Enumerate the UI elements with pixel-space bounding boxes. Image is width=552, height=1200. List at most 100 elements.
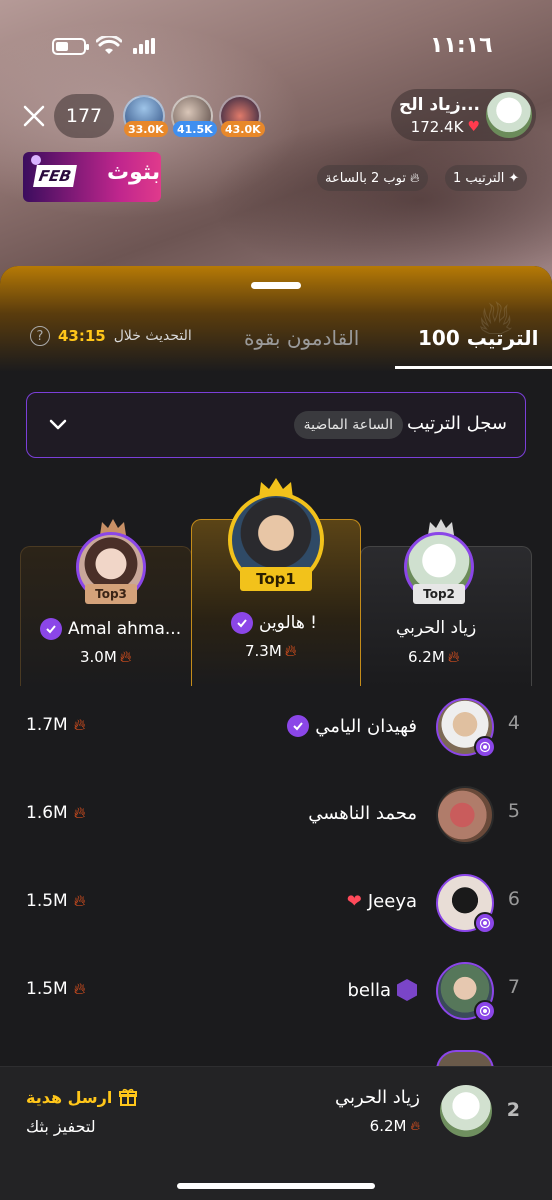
podium-name-third: Amal ahma... xyxy=(40,618,181,640)
fire-icon: 🔥︎ xyxy=(73,715,86,734)
host-likes-count: 172.4K xyxy=(410,118,464,136)
send-gift-subtitle: لتحفيز بثك xyxy=(26,1117,96,1136)
row-score-value: 1.6M xyxy=(26,803,68,823)
row-rank: 6 xyxy=(507,888,520,910)
refresh-label: التحديث خلال xyxy=(113,328,192,344)
tab-rising[interactable]: القادمون بقوة xyxy=(244,326,359,350)
my-rank: 2 xyxy=(506,1099,520,1121)
cellular-signal-icon xyxy=(133,38,155,54)
row-avatar[interactable] xyxy=(436,786,494,844)
row-name-text: فهيدان اليامي xyxy=(315,715,417,737)
row-name-text: محمد الناهسي xyxy=(308,803,417,824)
ranking-history-dropdown[interactable]: الساعة الماضية سجل الترتيب xyxy=(26,392,526,458)
status-bar: ١١:١٦ xyxy=(0,30,552,60)
ranking-row[interactable]: 4 فهيدان اليامي 1.7M 🔥︎ xyxy=(0,684,552,772)
sparkle-icon xyxy=(31,155,41,165)
ranking-sheet: 🔥︎ الترتيب 100 القادمون بقوة ? 43:15 الت… xyxy=(0,266,552,1200)
row-avatar[interactable] xyxy=(436,698,496,758)
rank-ribbon-third: Top3 xyxy=(85,584,137,604)
fire-icon: 🔥︎ xyxy=(409,170,420,186)
podium-name-second: زياد الحربي xyxy=(396,618,476,638)
home-indicator xyxy=(177,1183,375,1189)
fire-icon: 🔥︎ xyxy=(73,979,86,998)
fire-icon: 🔥︎ xyxy=(410,1118,420,1134)
row-rank: 7 xyxy=(507,976,520,998)
viewer-count[interactable]: 177 xyxy=(54,94,114,138)
row-rank: 5 xyxy=(507,800,520,822)
drag-handle[interactable] xyxy=(251,282,301,289)
event-banner-tag: FEB xyxy=(33,165,77,187)
tab-top100[interactable]: الترتيب 100 xyxy=(418,326,539,350)
my-rank-bar: 2 زياد الحربي 6.2M 🔥︎ ارسل هدية لتحفيز ب… xyxy=(0,1066,552,1200)
fire-icon: 🔥︎ xyxy=(119,647,132,666)
viewer-coins-badge: 33.0K xyxy=(124,121,168,137)
party-icon: ✦ xyxy=(508,170,520,186)
row-rank: 4 xyxy=(507,712,520,734)
event-banner[interactable]: FEB بثوث xyxy=(23,152,161,202)
podium-score-first: 7.3M 🔥︎ xyxy=(245,641,297,661)
live-icon xyxy=(474,736,496,758)
host-name: زياد الح... xyxy=(398,95,480,115)
ranking-row[interactable]: 7 bella 1.5M 🔥︎ xyxy=(0,948,552,1036)
row-score-value: 1.5M xyxy=(26,891,68,911)
verified-badge-icon xyxy=(40,618,62,640)
podium-name-first: هالوين ! xyxy=(231,612,317,634)
my-avatar[interactable] xyxy=(440,1085,492,1137)
podium-name-third-text: Amal ahma... xyxy=(68,619,182,639)
row-name: محمد الناهسي xyxy=(308,803,417,824)
row-score: 1.7M 🔥︎ xyxy=(26,715,85,735)
viewer-coins-badge: 43.0K xyxy=(221,121,265,137)
row-score-value: 1.5M xyxy=(26,979,68,999)
help-icon[interactable]: ? xyxy=(30,326,50,346)
row-avatar[interactable] xyxy=(436,874,496,934)
fire-icon: 🔥︎ xyxy=(284,641,297,660)
gem-badge-icon xyxy=(397,979,417,1001)
fire-icon: 🔥︎ xyxy=(73,891,86,910)
send-gift-label: ارسل هدية xyxy=(26,1087,113,1107)
refresh-countdown: ? 43:15 التحديث خلال xyxy=(30,326,192,346)
row-score: 1.6M 🔥︎ xyxy=(26,803,85,823)
refresh-timer: 43:15 xyxy=(58,327,106,345)
active-tab-indicator xyxy=(395,366,552,369)
my-score-value: 6.2M xyxy=(369,1117,407,1135)
podium-score-second-value: 6.2M xyxy=(408,648,445,666)
ranking-row[interactable]: 6 ❤ Jeeya 1.5M 🔥︎ xyxy=(0,860,552,948)
verified-badge-icon xyxy=(287,715,310,737)
heart-icon: ♥ xyxy=(467,119,480,135)
podium-name-second-text: زياد الحربي xyxy=(396,618,477,638)
row-name: فهيدان اليامي xyxy=(287,715,417,737)
ranking-row[interactable]: 5 محمد الناهسي 1.6M 🔥︎ xyxy=(0,772,552,860)
row-name-text: Jeeya xyxy=(367,891,417,912)
viewer-coins-badge: 41.5K xyxy=(173,121,217,137)
rank-chip[interactable]: الترتيب 1 ✦ xyxy=(445,165,528,191)
my-name: زياد الحربي xyxy=(335,1087,420,1108)
clock: ١١:١٦ xyxy=(430,33,493,58)
podium-score-first-value: 7.3M xyxy=(245,642,282,660)
hourly-rank-chip[interactable]: توب 2 بالساعة 🔥︎ xyxy=(317,165,428,191)
fire-icon: 🔥︎ xyxy=(447,647,460,666)
event-banner-text: بثوث xyxy=(107,160,161,185)
verified-badge-icon xyxy=(231,612,253,634)
rank-label: الترتيب 1 xyxy=(453,170,505,186)
send-gift-button[interactable]: ارسل هدية xyxy=(26,1087,138,1107)
host-likes: 172.4K ♥ xyxy=(411,118,480,136)
podium-name-first-text: هالوين ! xyxy=(259,613,317,633)
row-score-value: 1.7M xyxy=(26,715,68,735)
chevron-down-icon xyxy=(49,419,67,430)
my-score: 6.2M 🔥︎ xyxy=(370,1117,420,1135)
close-icon[interactable] xyxy=(20,102,48,130)
host-avatar[interactable] xyxy=(486,92,532,138)
row-name: ❤ Jeeya xyxy=(347,891,417,912)
host-profile-pill[interactable]: زياد الح... 172.4K ♥ xyxy=(391,89,536,141)
battery-icon xyxy=(52,38,89,55)
podium-score-third: 3.0M 🔥︎ xyxy=(80,647,132,667)
podium-score-third-value: 3.0M xyxy=(80,648,117,666)
row-name: bella xyxy=(347,979,417,1001)
rank-ribbon-second: Top2 xyxy=(413,584,465,604)
row-avatar[interactable] xyxy=(436,962,496,1022)
row-score: 1.5M 🔥︎ xyxy=(26,891,85,911)
history-period-chip: الساعة الماضية xyxy=(293,411,403,439)
rank-ribbon-first: Top1 xyxy=(240,567,312,591)
wifi-icon xyxy=(96,36,122,54)
fire-icon: 🔥︎ xyxy=(73,803,86,822)
